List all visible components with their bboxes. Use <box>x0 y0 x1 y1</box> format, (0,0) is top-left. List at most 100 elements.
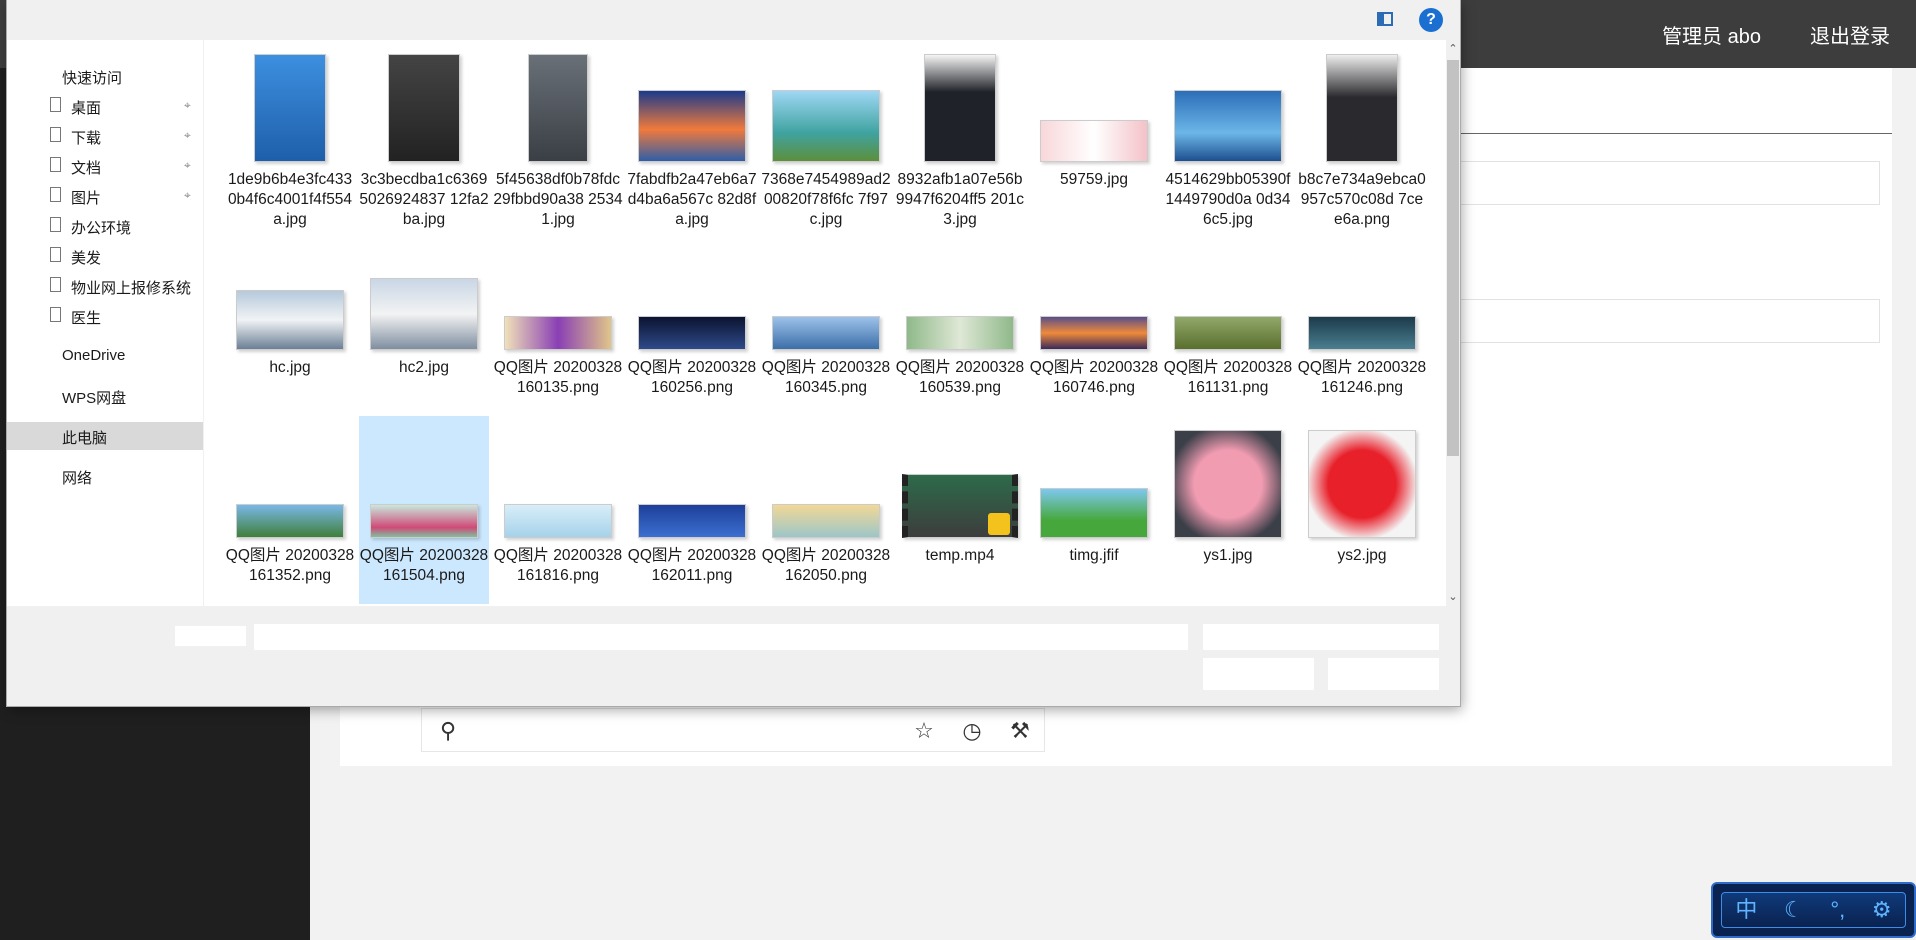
file-item[interactable]: QQ图片 20200328160135.png <box>493 228 623 416</box>
landscape-photo-thumbnail <box>370 504 478 538</box>
nav-item[interactable]: 桌面 ⌖ <box>7 92 203 120</box>
nav-item-label: 办公环境 <box>71 220 132 237</box>
search-replace-icon[interactable]: ⚲ <box>436 719 460 743</box>
document-icon <box>50 277 61 292</box>
file-item[interactable]: QQ图片 20200328160345.png <box>761 228 891 416</box>
file-item[interactable]: 8932afb1a07e56b9947f6204ff5 201c3.jpg <box>895 40 1025 228</box>
nav-item[interactable]: 办公环境 <box>7 212 203 240</box>
file-name: ys2.jpg <box>1337 547 1387 564</box>
nav-item[interactable]: 美发 <box>7 242 203 270</box>
file-item[interactable]: 3c3becdba1c63695026924837 12fa2ba.jpg <box>359 40 489 228</box>
form-input[interactable] <box>1460 161 1880 205</box>
file-name: QQ图片 20200328161504.png <box>359 547 489 584</box>
editor-toolbar: ⚲ ☆ ◷ ⚒ <box>421 708 1045 752</box>
file-list: 1de9b6b4e3fc4330b4f6c4001f4f554a.jpg 3c3b… <box>204 40 1446 606</box>
punctuation-icon[interactable]: °, <box>1830 898 1845 922</box>
nav-this-pc[interactable]: 此电脑 <box>7 422 203 450</box>
file-item[interactable]: ys2.jpg <box>1297 416 1427 604</box>
file-item[interactable]: QQ图片 20200328162050.png <box>761 416 891 604</box>
flower-photo-thumbnail <box>1174 430 1282 538</box>
tab-underline <box>1460 133 1892 134</box>
file-name: temp.mp4 <box>925 547 995 564</box>
nav-onedrive[interactable]: OneDrive <box>7 342 203 370</box>
file-item[interactable]: temp.mp4 <box>895 416 1025 604</box>
nav-item[interactable]: 物业网上报修系统 <box>7 272 203 300</box>
star-icon[interactable]: ☆ <box>912 719 936 743</box>
file-item[interactable]: hc2.jpg <box>359 228 489 416</box>
nav-item[interactable]: 医生 <box>7 302 203 330</box>
file-item[interactable]: 4514629bb05390f1449790d0a 0d346c5.jpg <box>1163 40 1293 228</box>
preview-pane-icon[interactable] <box>1377 12 1393 26</box>
landscape-photo-thumbnail <box>638 90 746 162</box>
dialog-titlebar: ? <box>7 0 1460 40</box>
file-name: 7fabdfb2a47eb6a7d4ba6a567c 82d8fa.jpg <box>627 171 757 228</box>
file-item[interactable]: QQ图片 20200328161504.png <box>359 416 489 604</box>
nav-item[interactable]: 下载 ⌖ <box>7 122 203 150</box>
file-item[interactable]: 5f45638df0b78fdc29fbbd90a38 25341.jpg <box>493 40 623 228</box>
scrollbar-thumb[interactable] <box>1447 60 1459 456</box>
landscape-photo-thumbnail <box>772 316 880 350</box>
file-name: QQ图片 20200328161352.png <box>225 547 355 584</box>
file-item[interactable]: QQ图片 20200328160256.png <box>627 228 757 416</box>
ime-inner: 中 ☾ °, ⚙ <box>1721 892 1906 928</box>
file-name: QQ图片 20200328161246.png <box>1297 359 1427 396</box>
vertical-scrollbar[interactable]: ⌃ ⌄ <box>1446 40 1460 606</box>
file-name: 1de9b6b4e3fc4330b4f6c4001f4f554a.jpg <box>227 171 353 228</box>
current-user-label: 管理员 abo <box>1662 26 1761 48</box>
nav-item-label: 下载 <box>71 130 102 147</box>
tools-icon[interactable]: ⚒ <box>1008 719 1032 743</box>
nav-item[interactable]: 图片 ⌖ <box>7 182 203 210</box>
help-button[interactable]: ? <box>1419 8 1443 32</box>
file-name: 7368e7454989ad200820f78f6fc 7f97c.jpg <box>761 171 891 228</box>
file-name: 8932afb1a07e56b9947f6204ff5 201c3.jpg <box>895 171 1025 228</box>
portrait-photo-thumbnail <box>924 54 996 162</box>
landscape-photo-thumbnail <box>504 504 612 538</box>
open-button[interactable] <box>1203 658 1314 690</box>
document-icon <box>50 247 61 262</box>
ime-mode-button[interactable]: 中 <box>1735 898 1757 922</box>
file-item[interactable]: QQ图片 20200328161131.png <box>1163 228 1293 416</box>
nav-item-label: OneDrive <box>62 347 126 364</box>
logout-link[interactable]: 退出登录 <box>1810 20 1890 49</box>
landscape-photo-thumbnail <box>236 290 344 350</box>
file-item[interactable]: timg.jfif <box>1029 416 1159 604</box>
nav-item[interactable]: 文档 ⌖ <box>7 152 203 180</box>
pin-icon: ⌖ <box>184 98 191 112</box>
file-item[interactable]: 7368e7454989ad200820f78f6fc 7f97c.jpg <box>761 40 891 228</box>
file-item[interactable]: QQ图片 20200328160539.png <box>895 228 1025 416</box>
moon-icon[interactable]: ☾ <box>1784 898 1804 922</box>
nav-wps[interactable]: WPS网盘 <box>7 382 203 410</box>
nav-item-label: 桌面 <box>71 100 102 117</box>
nav-quick-access[interactable]: 快速访问 <box>7 62 203 90</box>
nav-network[interactable]: 网络 <box>7 462 203 490</box>
file-item[interactable]: QQ图片 20200328162011.png <box>627 416 757 604</box>
document-icon <box>50 157 61 172</box>
file-item[interactable]: 1de9b6b4e3fc4330b4f6c4001f4f554a.jpg <box>225 40 355 228</box>
filetype-select[interactable] <box>1203 624 1439 650</box>
file-item[interactable]: 59759.jpg <box>1029 40 1159 228</box>
landscape-photo-thumbnail <box>638 316 746 350</box>
file-item[interactable]: 7fabdfb2a47eb6a7d4ba6a567c 82d8fa.jpg <box>627 40 757 228</box>
file-name: QQ图片 20200328160135.png <box>493 359 623 396</box>
file-open-dialog: ? 快速访问桌面 ⌖ 下载 ⌖ 文档 ⌖ 图片 ⌖ 办公环境美发 物业网上报修系统 医生 OneDri… <box>7 0 1460 706</box>
gear-icon[interactable]: ⚙ <box>1872 898 1892 922</box>
file-item[interactable]: b8c7e734a9ebca0957c570c08d 7cee6a.png <box>1297 40 1427 228</box>
form-input[interactable] <box>1460 299 1880 343</box>
filename-label <box>175 626 246 646</box>
pin-icon: ⌖ <box>184 188 191 202</box>
file-item[interactable]: ys1.jpg <box>1163 416 1293 604</box>
cancel-button[interactable] <box>1328 658 1439 690</box>
filename-input[interactable] <box>254 624 1188 650</box>
flower-photo-thumbnail <box>1308 430 1416 538</box>
file-item[interactable]: QQ图片 20200328161352.png <box>225 416 355 604</box>
chevron-up-icon[interactable]: ⌃ <box>1446 40 1460 58</box>
chevron-down-icon[interactable]: ⌄ <box>1446 588 1460 606</box>
pin-icon: ⌖ <box>184 128 191 142</box>
landscape-photo-thumbnail <box>1040 488 1148 538</box>
file-item[interactable]: QQ图片 20200328161246.png <box>1297 228 1427 416</box>
file-item[interactable]: hc.jpg <box>225 228 355 416</box>
file-item[interactable]: QQ图片 20200328161816.png <box>493 416 623 604</box>
file-item[interactable]: QQ图片 20200328160746.png <box>1029 228 1159 416</box>
history-icon[interactable]: ◷ <box>960 719 984 743</box>
portrait-photo-thumbnail <box>528 54 588 162</box>
